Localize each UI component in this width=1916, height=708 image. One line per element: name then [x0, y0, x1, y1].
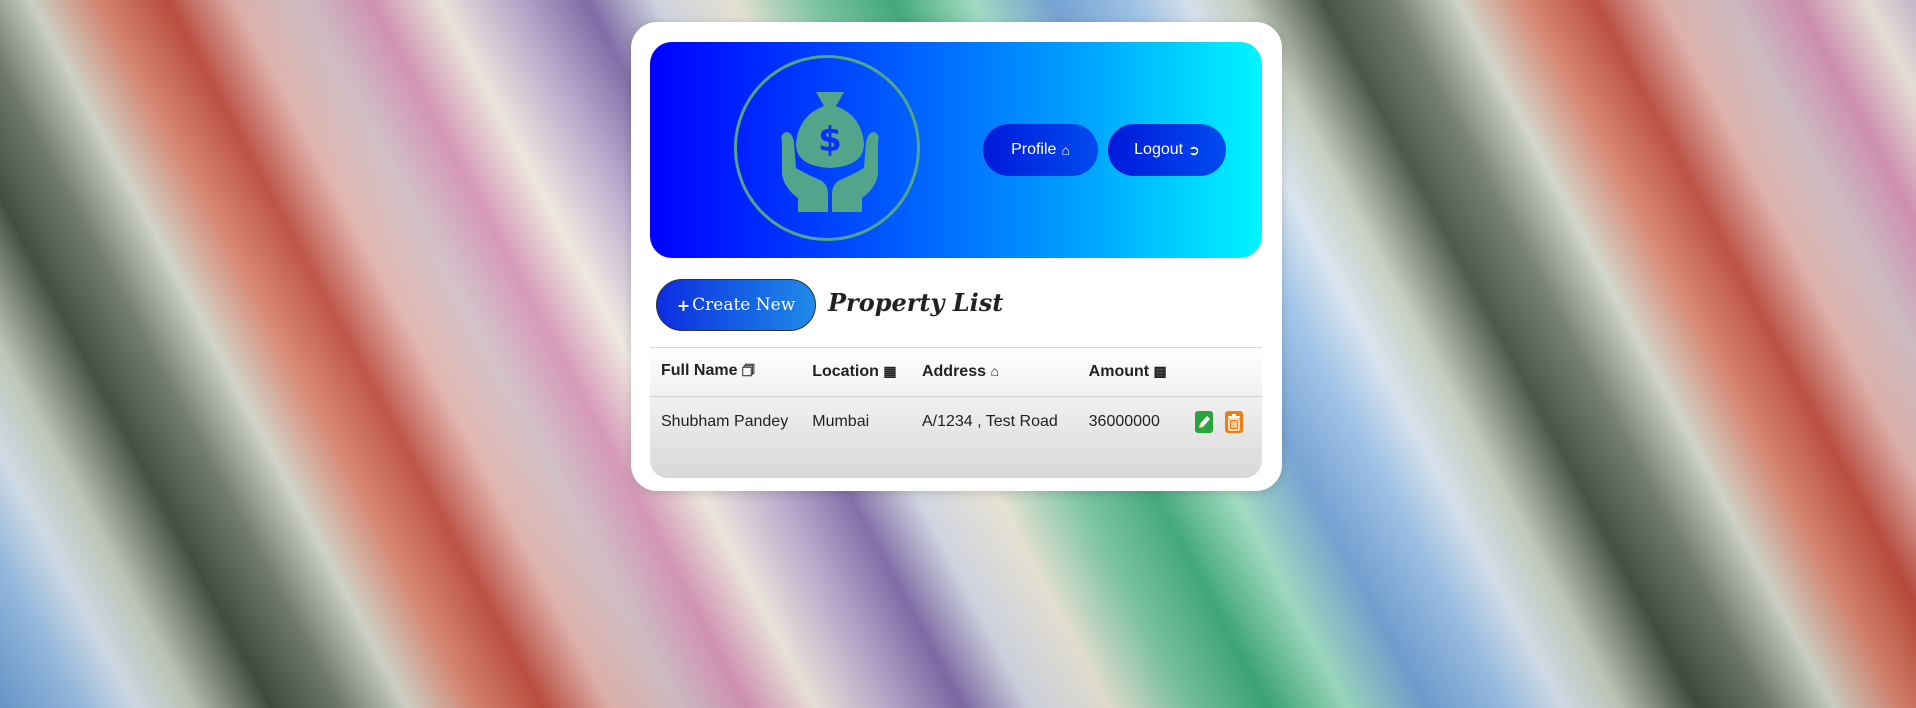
cell-amount: 36000000 — [1088, 413, 1160, 430]
header-amount[interactable]: Amount ▩ — [1077, 348, 1184, 397]
plus-icon: + — [676, 295, 691, 315]
main-card: $ Profile ⌂ Logout ➲ + Create New Proper… — [631, 22, 1282, 491]
page-title: Property List — [828, 288, 1004, 317]
header-banner: $ Profile ⌂ Logout ➲ — [650, 42, 1262, 258]
logo: $ — [734, 55, 920, 241]
profile-button[interactable]: Profile ⌂ — [983, 124, 1098, 176]
header-full-name[interactable]: Full Name 🗇 — [650, 348, 802, 397]
home-icon: ⌂ — [990, 363, 999, 379]
header-actions — [1183, 348, 1262, 397]
cell-location: Mumbai — [812, 413, 870, 430]
money-bill-icon: ▩ — [1153, 363, 1167, 379]
cell-address: A/1234 , Test Road — [921, 413, 1058, 430]
table-header-row: Full Name 🗇 Location ▦ Address ⌂ Amount … — [650, 348, 1262, 397]
property-table-container: Full Name 🗇 Location ▦ Address ⌂ Amount … — [650, 347, 1262, 478]
delete-icon[interactable] — [1225, 411, 1243, 433]
create-new-button[interactable]: + Create New — [656, 279, 816, 331]
sign-out-icon: ➲ — [1188, 142, 1200, 158]
address-card-icon: 🗇 — [741, 362, 755, 378]
home-icon: ⌂ — [1061, 142, 1070, 158]
table-row: Shubham Pandey Mumbai A/1234 , Test Road… — [650, 397, 1262, 448]
logout-button[interactable]: Logout ➲ — [1108, 124, 1226, 176]
map-icon: ▦ — [883, 363, 897, 379]
edit-icon[interactable] — [1194, 411, 1213, 433]
header-location[interactable]: Location ▦ — [801, 348, 911, 397]
cell-full-name: Shubham Pandey — [661, 413, 789, 430]
property-table: Full Name 🗇 Location ▦ Address ⌂ Amount … — [650, 348, 1262, 447]
money-bag-hands-icon: $ — [781, 92, 879, 212]
cell-actions — [1184, 397, 1262, 448]
svg-text:$: $ — [818, 120, 842, 160]
create-new-label: Create New — [692, 295, 796, 315]
header-address[interactable]: Address ⌂ — [910, 348, 1078, 397]
logout-button-label: Logout — [1134, 141, 1184, 158]
profile-button-label: Profile — [1011, 141, 1057, 158]
